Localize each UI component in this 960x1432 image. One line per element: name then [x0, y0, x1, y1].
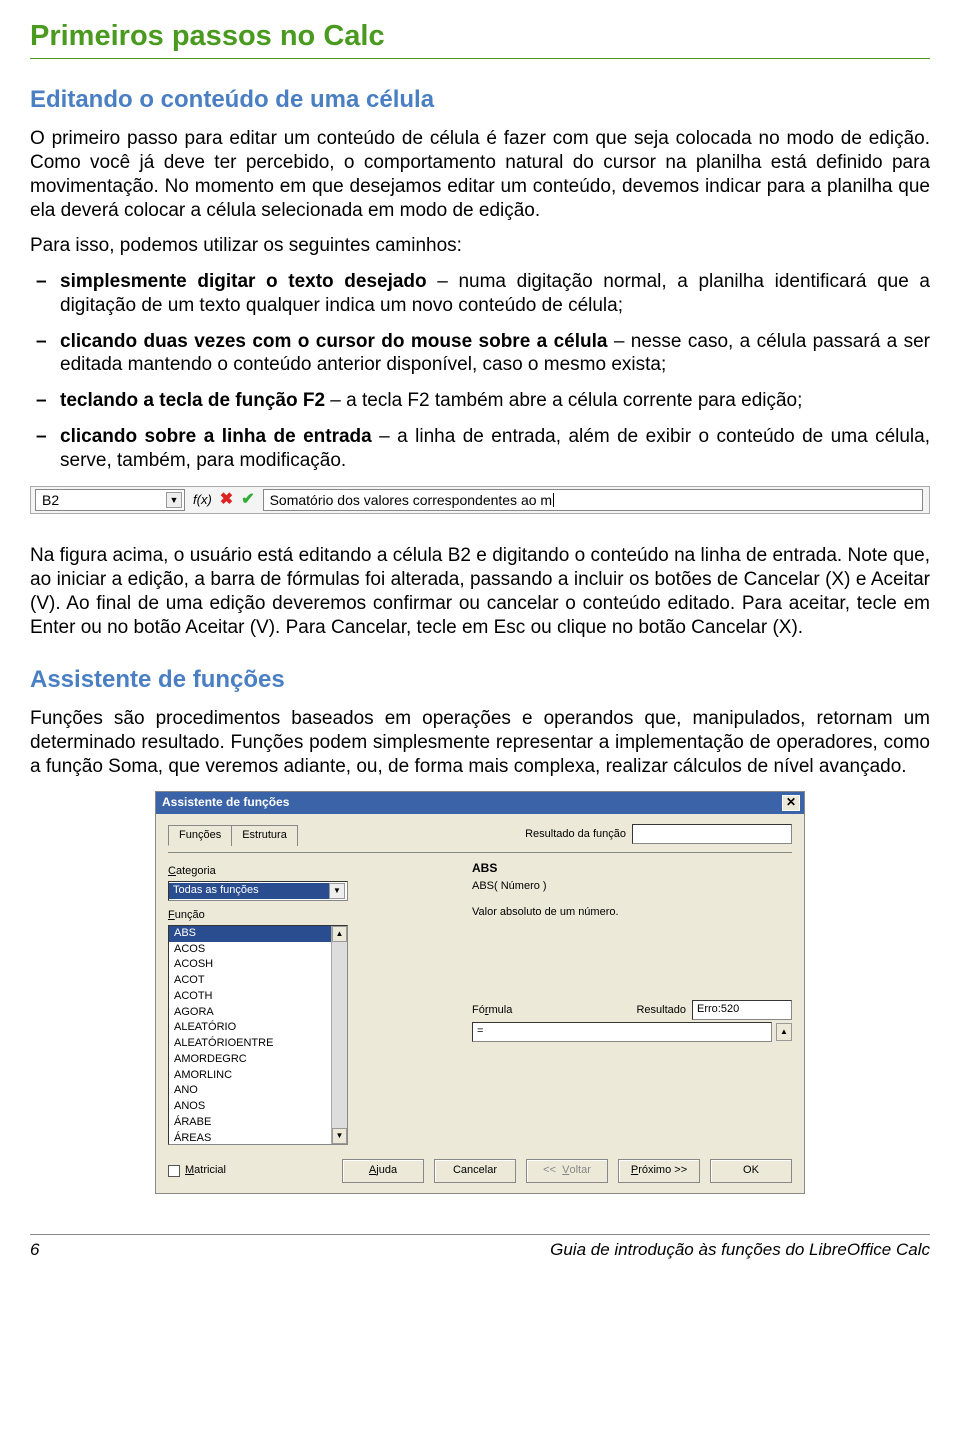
list-item[interactable]: ACOT — [169, 973, 331, 989]
dialog-title: Assistente de funções — [162, 795, 289, 810]
help-button[interactable]: AjudaAjuda — [342, 1159, 424, 1183]
scroll-track[interactable] — [332, 942, 347, 1128]
list-item[interactable]: ALEATÓRIO — [169, 1020, 331, 1036]
category-value: Todas as funções — [169, 883, 329, 899]
scrollbar[interactable]: ▲ ▼ — [331, 926, 347, 1144]
next-button[interactable]: Próximo >>Próximo >> — [618, 1159, 700, 1183]
back-button[interactable]: << Voltar<< Voltar — [526, 1159, 608, 1183]
text-caret — [553, 493, 554, 507]
scroll-down-icon[interactable]: ▼ — [332, 1128, 347, 1144]
formula-input-text: Somatório dos valores correspondentes ao… — [270, 492, 552, 510]
list-item[interactable]: ANOS — [169, 1099, 331, 1115]
formula-field[interactable]: = — [472, 1022, 772, 1042]
close-icon[interactable]: ✕ — [782, 795, 800, 811]
list-item[interactable]: AGORA — [169, 1005, 331, 1021]
formula-bar: B2 ▼ f(x) ✖ ✔ Somatório dos valores corr… — [30, 486, 930, 514]
list-item[interactable]: AMORDEGRC — [169, 1052, 331, 1068]
selected-function-name: ABS — [472, 861, 792, 876]
function-listbox[interactable]: ABS ACOS ACOSH ACOT ACOTH AGORA ALEATÓRI… — [168, 925, 348, 1145]
list-item[interactable]: ANO — [169, 1083, 331, 1099]
list-item-lead: simplesmente digitar o texto desejado — [60, 271, 427, 292]
list-item[interactable]: ACOTH — [169, 989, 331, 1005]
list-item-lead: teclando a tecla de função F2 — [60, 390, 325, 411]
selected-function-signature: ABS( Número ) — [472, 880, 792, 894]
paragraph: Funções são procedimentos baseados em op… — [30, 707, 930, 778]
tab-functions[interactable]: Funções — [168, 825, 232, 847]
section-editando-title: Editando o conteúdo de uma célula — [30, 85, 930, 115]
cell-reference-combo[interactable]: B2 ▼ — [35, 489, 185, 511]
list-item[interactable]: ABS — [169, 926, 331, 942]
chevron-down-icon[interactable]: ▼ — [329, 883, 345, 899]
selected-function-description: Valor absoluto de um número. — [472, 906, 792, 920]
cancel-button[interactable]: Cancelar — [434, 1159, 516, 1183]
section-assistente-title: Assistente de funções — [30, 665, 930, 695]
footer-title: Guia de introdução às funções do LibreOf… — [550, 1239, 930, 1260]
page-footer: 6 Guia de introdução às funções do Libre… — [30, 1234, 930, 1260]
checkbox-box[interactable] — [168, 1165, 180, 1177]
list-item[interactable]: ÁREAS — [169, 1131, 331, 1144]
label-result: Resultado — [636, 1004, 686, 1018]
ok-button[interactable]: OK — [710, 1159, 792, 1183]
dialog-titlebar[interactable]: Assistente de funções ✕ — [156, 792, 804, 814]
formula-input[interactable]: Somatório dos valores correspondentes ao… — [263, 489, 923, 511]
list-item[interactable]: ÁRABE — [169, 1115, 331, 1131]
list-item[interactable]: ACOSH — [169, 957, 331, 973]
paragraph: Para isso, podemos utilizar os seguintes… — [30, 234, 930, 258]
fx-icon[interactable]: f(x) — [193, 492, 212, 508]
paragraph: O primeiro passo para editar um conteúdo… — [30, 127, 930, 222]
matricial-checkbox[interactable]: MatriMatricialcial — [168, 1164, 226, 1178]
result-field[interactable]: Erro:520 — [692, 1000, 792, 1020]
label-function: FFunçãounção — [168, 909, 452, 923]
list-item: simplesmente digitar o texto desejado – … — [60, 270, 930, 318]
accept-icon[interactable]: ✔ — [241, 490, 254, 510]
result-function-field[interactable] — [632, 824, 792, 844]
page-number: 6 — [30, 1239, 39, 1260]
checkbox-label: MatriMatricialcial — [185, 1164, 226, 1178]
list-item-lead: clicando duas vezes com o cursor do mous… — [60, 331, 607, 352]
tab-structure[interactable]: Estrutura — [231, 825, 298, 847]
label-category: CCategoriaategoria — [168, 865, 452, 879]
list-item-text: – a tecla F2 também abre a célula corren… — [325, 390, 802, 411]
chevron-down-icon[interactable]: ▼ — [166, 492, 182, 508]
list-item[interactable]: ACOS — [169, 942, 331, 958]
list-item[interactable]: AMORLINC — [169, 1068, 331, 1084]
label-formula: FórmulaFórmula — [472, 1004, 512, 1018]
function-wizard-dialog: Assistente de funções ✕ Funções Estrutur… — [155, 791, 805, 1194]
list-item: clicando sobre a linha de entrada – a li… — [60, 425, 930, 473]
list-item[interactable]: ALEATÓRIOENTRE — [169, 1036, 331, 1052]
category-combo[interactable]: Todas as funções ▼ — [168, 881, 348, 901]
cancel-icon[interactable]: ✖ — [220, 490, 233, 510]
scroll-up-icon[interactable]: ▲ — [776, 1023, 792, 1041]
list-item: teclando a tecla de função F2 – a tecla … — [60, 389, 930, 413]
cell-reference-value: B2 — [42, 492, 59, 510]
page-header: Primeiros passos no Calc — [30, 18, 930, 59]
methods-list: simplesmente digitar o texto desejado – … — [30, 270, 930, 472]
paragraph: Na figura acima, o usuário está editando… — [30, 544, 930, 639]
list-item-lead: clicando sobre a linha de entrada — [60, 426, 372, 447]
label-result-function: Resultado da função — [525, 828, 626, 842]
scroll-up-icon[interactable]: ▲ — [332, 926, 347, 942]
list-item: clicando duas vezes com o cursor do mous… — [60, 330, 930, 378]
